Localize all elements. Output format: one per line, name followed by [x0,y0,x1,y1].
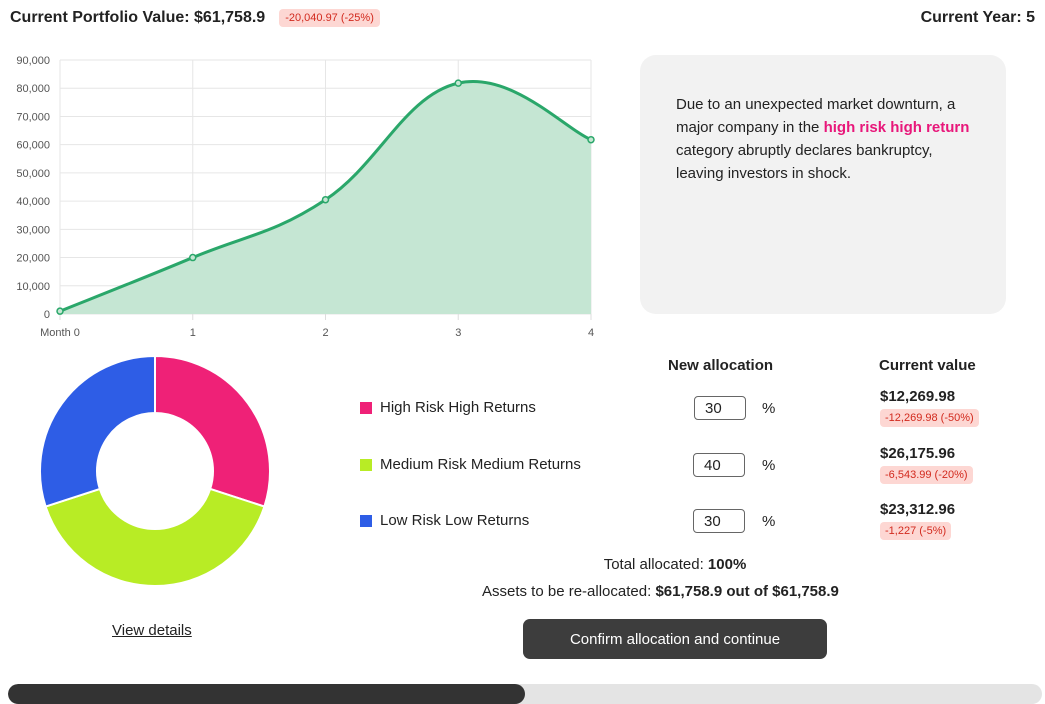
y-tick-label: 30,000 [16,224,50,236]
event-text-end: category abruptly declares bankruptcy, l… [676,142,933,182]
y-tick-label: 20,000 [16,253,50,265]
percent-sign: % [762,457,776,474]
x-tick-label: 3 [455,327,461,339]
medium-risk-allocation-input[interactable] [693,453,745,477]
medium-risk-current-value: $26,175.96 -6,543.99 (-20%) [880,445,973,484]
percent-sign: % [762,400,776,417]
total-allocated: Total allocated: 100% [0,556,1045,573]
game-progress-bar [8,684,1042,704]
asset-name: Medium Risk Medium Returns [380,456,581,473]
data-point[interactable] [56,307,64,315]
new-allocation-header: New allocation [668,357,774,374]
assets-label: Assets to be re-allocated: [482,583,656,600]
current-value-amount: $23,312.96 [880,501,956,518]
data-point[interactable] [189,253,197,262]
high-risk-allocation-input[interactable] [694,396,746,420]
low-risk-current-value: $23,312.96 -1,227 (-5%) [880,501,955,540]
asset-name: High Risk High Returns [380,399,536,416]
portfolio-header: Current Portfolio Value: $61,758.9 -20,0… [10,9,380,27]
x-tick-label: 2 [322,327,328,339]
view-details-link[interactable]: View details [112,622,192,639]
current-year: Current Year: 5 [920,9,1035,26]
y-tick-label: 90,000 [16,55,50,67]
assets-to-reallocate: Assets to be re-allocated: $61,758.9 out… [482,583,839,600]
game-progress-fill [8,684,525,704]
portfolio-value: Current Portfolio Value: $61,758.9 [10,9,266,26]
current-value-change-badge: -1,227 (-5%) [880,522,952,540]
y-tick-label: 70,000 [16,111,50,123]
low-risk-allocation-input[interactable] [693,509,745,533]
y-tick-label: 0 [44,309,50,321]
donut-slice[interactable] [39,354,156,508]
asset-name: Low Risk Low Returns [380,512,530,529]
x-tick-label: 1 [190,327,196,339]
high-risk-current-value: $12,269.98 -12,269.98 (-50%) [880,388,979,427]
y-tick-label: 10,000 [16,281,50,293]
total-allocated-label: Total allocated: [603,556,708,573]
data-point[interactable] [454,79,462,87]
allocation-donut-chart [39,354,271,587]
x-tick-label: 4 [588,327,594,339]
confirm-allocation-button[interactable]: Confirm allocation and continue [523,619,827,659]
event-highlight: high risk high return [823,119,970,136]
asset-row-high-risk: High Risk High Returns [360,399,536,416]
current-value-amount: $12,269.98 [880,388,956,405]
asset-row-low-risk: Low Risk Low Returns [360,512,529,529]
y-tick-label: 60,000 [16,140,50,152]
assets-value: $61,758.9 out of $61,758.9 [655,583,839,600]
donut-slice[interactable] [154,354,271,508]
current-value-change-badge: -12,269.98 (-50%) [880,409,979,427]
y-tick-label: 80,000 [16,83,50,95]
portfolio-line-chart: 0 10,000 20,000 30,000 40,000 50,000 60,000 70,… [16,55,595,339]
portfolio-change-badge: -20,040.97 (-25%) [279,9,380,27]
y-tick-label: 50,000 [16,168,50,180]
current-value-amount: $26,175.96 [880,445,956,462]
medium-risk-color-swatch [360,458,372,471]
current-value-header: Current value [879,357,976,374]
data-point[interactable] [321,195,330,204]
data-point[interactable] [587,135,595,144]
asset-row-medium-risk: Medium Risk Medium Returns [360,456,581,473]
total-allocated-value: 100% [707,556,747,573]
current-value-change-badge: -6,543.99 (-20%) [880,466,973,484]
percent-sign: % [762,513,776,530]
y-tick-label: 40,000 [16,196,50,208]
event-card: Due to an unexpected market downturn, a … [640,55,1006,314]
high-risk-color-swatch [360,401,372,414]
low-risk-color-swatch [360,514,372,527]
x-tick-label: Month 0 [40,327,80,339]
